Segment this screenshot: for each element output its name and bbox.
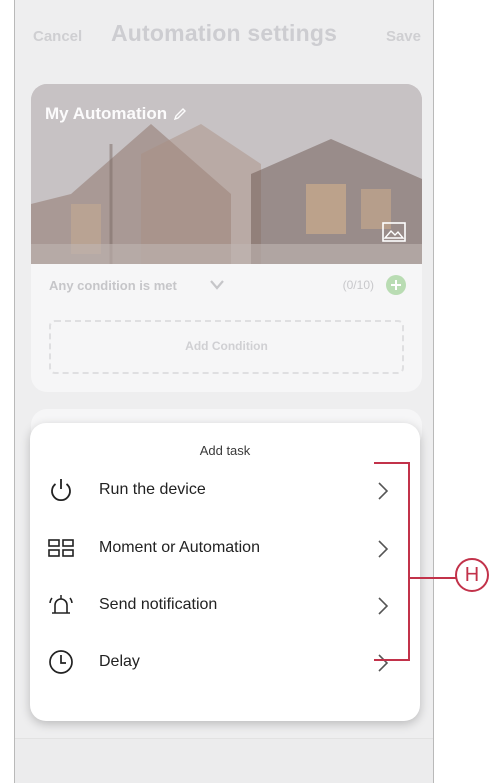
chevron-down-icon[interactable] [209,278,225,292]
sheet-title: Add task [199,443,251,458]
condition-count: (0/10) [342,278,374,292]
task-item-label: Delay [99,653,140,670]
condition-match-label[interactable]: Any condition is met [49,278,177,293]
power-icon [51,479,71,502]
task-item-run-device[interactable]: Run the device [30,471,420,511]
grid-icon [48,539,74,557]
automation-cover-image[interactable]: My Automation [31,84,422,264]
plus-circle-icon[interactable] [386,275,406,295]
task-item-label: Send notification [99,596,218,613]
save-button[interactable]: Save [386,28,421,45]
automation-card: My Automation Any condition is met (0/10… [31,84,422,392]
annotation-connector [410,577,456,579]
annotation-callout: H [455,558,489,592]
cancel-button[interactable]: Cancel [33,28,82,45]
image-icon[interactable] [382,222,406,242]
automation-name[interactable]: My Automation [45,104,187,124]
bottom-bar [15,738,433,783]
task-item-label: Run the device [99,481,206,498]
automation-name-text: My Automation [45,104,168,123]
annotation-bracket [374,462,410,661]
add-task-sheet: Add task Run the device Moment or Automa… [30,423,420,721]
page-title: Automation settings [111,20,338,46]
alarm-bell-icon [49,595,73,614]
task-item-send-notification[interactable]: Send notification [30,586,420,626]
add-condition-button[interactable]: Add Condition [49,320,404,374]
task-item-label: Moment or Automation [99,539,260,556]
condition-row: Any condition is met (0/10) [31,272,422,302]
header: Cancel Automation settings Save [15,18,433,54]
pencil-icon[interactable] [173,107,187,121]
add-condition-label: Add Condition [185,339,268,353]
clock-icon [49,650,73,674]
task-item-moment-automation[interactable]: Moment or Automation [30,529,420,569]
task-item-delay[interactable]: Delay [30,643,420,683]
